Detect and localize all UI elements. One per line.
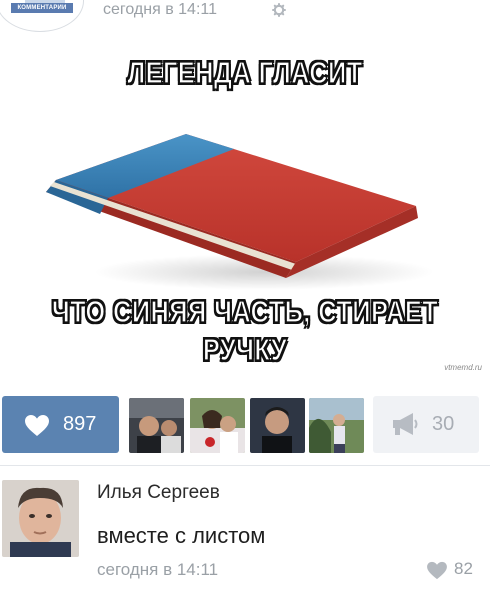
post-actions: 897 30: [0, 396, 490, 454]
meme-bottom-text-line-2: РУЧКУ: [202, 331, 288, 367]
comment-like-button[interactable]: 82: [426, 558, 486, 580]
repost-button[interactable]: 30: [373, 396, 479, 453]
repost-count: 30: [432, 413, 455, 435]
commenter-name[interactable]: Илья Сергеев: [97, 482, 220, 504]
liker-avatar[interactable]: [190, 398, 245, 453]
comment-time[interactable]: сегодня в 14:11: [97, 560, 218, 580]
group-avatar[interactable]: КОММЕНТАРИИ: [0, 0, 84, 32]
meme-top-text: ЛЕГЕНДА ГЛАСИТ: [127, 54, 363, 90]
heart-icon: [25, 415, 49, 436]
gear-icon[interactable]: [272, 3, 286, 17]
meme-bottom-text-line-1: ЧТО СИНЯЯ ЧАСТЬ, СТИРАЕТ: [51, 293, 439, 329]
post-image[interactable]: ЛЕГЕНДА ГЛАСИТ ЧТО СИНЯЯ ЧАСТЬ, СТИРАЕТ …: [0, 40, 490, 376]
like-count: 897: [63, 413, 97, 435]
comment-like-count: 82: [454, 559, 473, 578]
post-time[interactable]: сегодня в 14:11: [103, 1, 217, 19]
liker-avatar[interactable]: [309, 398, 364, 453]
megaphone-icon: [393, 413, 418, 435]
like-button[interactable]: 897: [2, 396, 119, 453]
liker-avatar[interactable]: [250, 398, 305, 453]
group-logo-text: КОММЕНТАРИИ: [11, 3, 73, 13]
image-watermark: vtmemd.ru: [444, 363, 482, 372]
commenter-avatar[interactable]: [2, 480, 79, 557]
eraser-image: [46, 134, 434, 290]
post-header: КОММЕНТАРИИ сегодня в 14:11: [0, 0, 490, 38]
likers-list[interactable]: [129, 398, 364, 453]
comment-text: вместе с листом: [97, 523, 266, 548]
liker-avatar[interactable]: [129, 398, 184, 453]
comment: Илья Сергеев вместе с листом сегодня в 1…: [0, 466, 490, 604]
heart-icon: [427, 561, 447, 580]
